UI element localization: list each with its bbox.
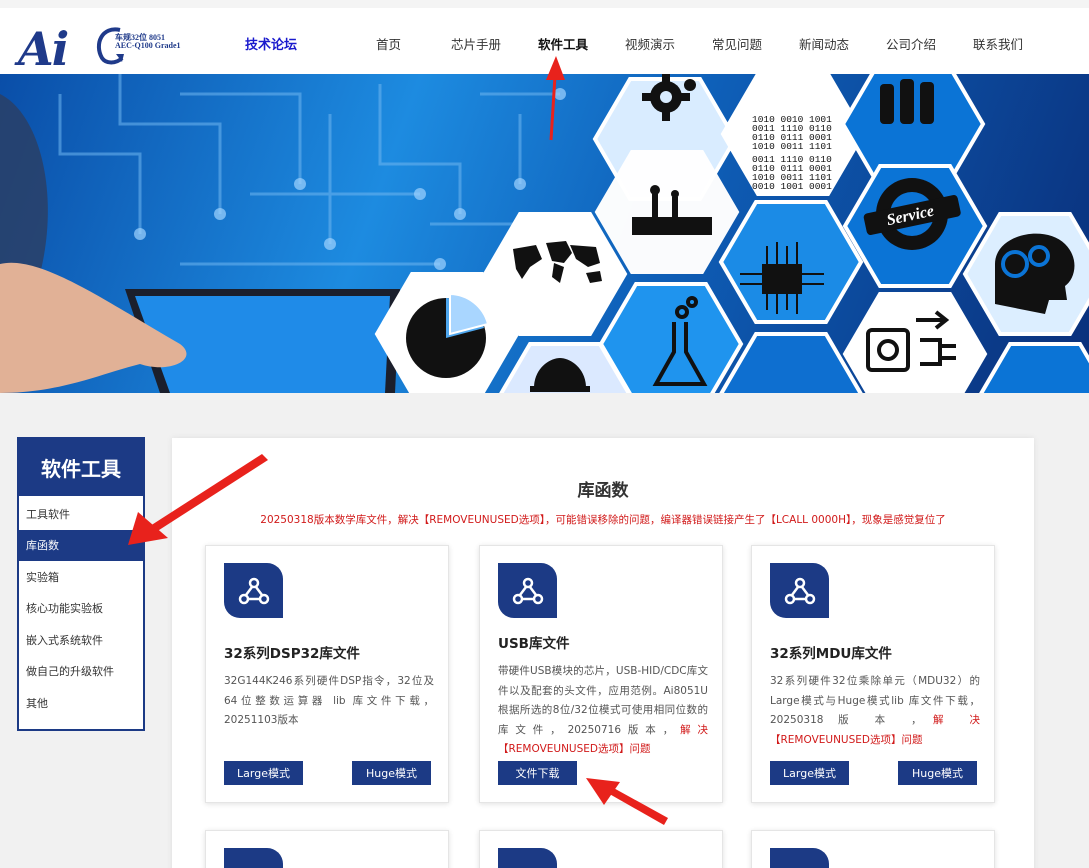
nav-news[interactable]: 新闻动态 [799,34,849,53]
card-title: 32系列MDU库文件 [770,646,892,662]
card-description: 带硬件USB模块的芯片，USB-HID/CDC库文件以及配套的头文件，应用范例。… [498,665,709,755]
people-icon [880,79,934,124]
sidebar-item-tool-software[interactable]: 工具软件 [19,498,143,530]
notice-text: 20250318版本数学库文件，解决【REMOVEUNUSED选项】，可能错误移… [260,514,946,526]
card-usb: USB库文件 带硬件USB模块的芯片，USB-HID/CDC库文件以及配套的头文… [479,545,723,803]
nav-software-tools[interactable]: 软件工具 [538,34,588,53]
share-icon [498,563,557,618]
share-icon [498,848,557,868]
nav-home[interactable]: 首页 [376,34,401,53]
svg-text:0010 1001 0001: 0010 1001 0001 [752,181,832,192]
main-nav: 首页 芯片手册 软件工具 视频演示 常见问题 新闻动态 公司介绍 联系我们 [0,34,1089,54]
sidebar-item-other[interactable]: 其他 [19,687,143,719]
hero-banner: 1010 0010 1001 0011 1110 0110 0110 0111 … [0,74,1089,393]
sidebar-item-upgrade[interactable]: 做自己的升级软件 [19,656,143,688]
sidebar-item-embedded[interactable]: 嵌入式系统软件 [19,624,143,656]
card-row2-1 [205,830,449,868]
share-icon [224,563,283,618]
share-icon [224,848,283,868]
page-title: 库函数 [577,481,629,501]
nav-faq[interactable]: 常见问题 [712,34,762,53]
sidebar-item-lab-box[interactable]: 实验箱 [19,561,143,593]
sidebar-title: 软件工具 [19,439,143,496]
huge-mode-button[interactable]: Huge模式 [352,761,431,785]
share-icon [770,563,829,618]
nav-contact[interactable]: 联系我们 [973,34,1023,53]
card-description: 32系列硬件32位乘除单元（MDU32）的Large模式与Huge模式lib 库… [770,675,980,746]
nav-about[interactable]: 公司介绍 [886,34,936,53]
site-header: Ai 车规32位 8051 AEC-Q100 Grade1 技术论坛 首页 芯片… [0,0,1089,76]
card-description: 32G144K246系列硬件DSP指令，32位及64位整数运算器 lib 库文件… [224,675,434,726]
card-title: USB库文件 [498,636,570,652]
card-dsp32: 32系列DSP32库文件 32G144K246系列硬件DSP指令，32位及64位… [205,545,449,803]
download-button[interactable]: 文件下载 [498,761,577,785]
large-mode-button[interactable]: Large模式 [224,761,303,785]
huge-mode-button[interactable]: Huge模式 [898,761,977,785]
card-mdu32: 32系列MDU库文件 32系列硬件32位乘除单元（MDU32）的Large模式与… [751,545,995,803]
sidebar-item-core-board[interactable]: 核心功能实验板 [19,593,143,625]
large-mode-button[interactable]: Large模式 [770,761,849,785]
nav-chip-manual[interactable]: 芯片手册 [451,34,501,53]
share-icon [770,848,829,868]
card-row2-2 [479,830,723,868]
card-row2-3 [751,830,995,868]
nav-video-demo[interactable]: 视频演示 [625,34,675,53]
banner-illustration: 1010 0010 1001 0011 1110 0110 0110 0111 … [0,74,1089,393]
sidebar-menu: 软件工具 工具软件 库函数 实验箱 核心功能实验板 嵌入式系统软件 做自己的升级… [17,437,145,731]
svg-text:1010 0011 1101: 1010 0011 1101 [752,141,832,152]
card-title: 32系列DSP32库文件 [224,646,360,662]
content-panel: 库函数 20250318版本数学库文件，解决【REMOVEUNUSED选项】，可… [172,438,1034,868]
sidebar-item-library[interactable]: 库函数 [19,529,143,561]
